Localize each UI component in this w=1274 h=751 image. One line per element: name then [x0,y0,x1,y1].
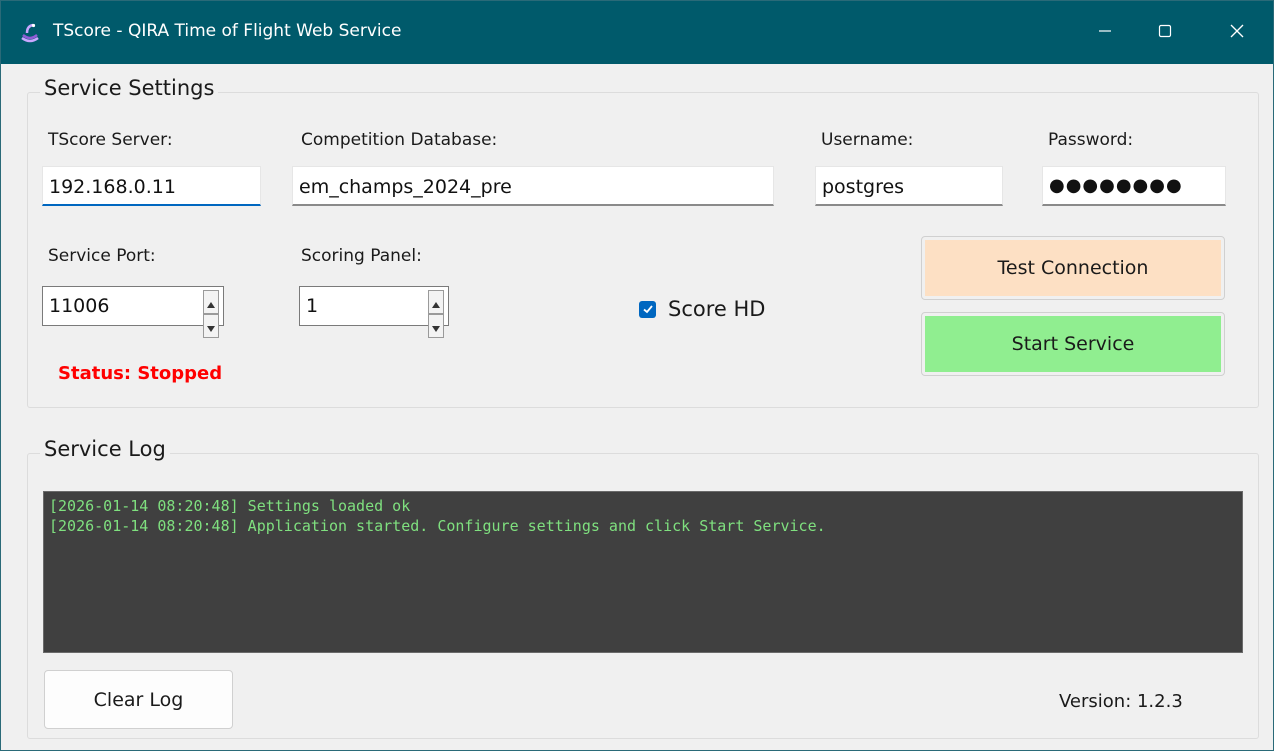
server-label: TScore Server: [48,130,173,150]
clear-log-button[interactable]: Clear Log [44,670,233,729]
panel-value: 1 [306,295,319,317]
port-value: 11006 [49,295,110,317]
log-line: [2026-01-14 08:20:48] Settings loaded ok [49,497,411,515]
username-input[interactable]: postgres [815,166,1003,206]
port-decrement-button[interactable] [203,314,219,338]
panel-spin-buttons [428,290,444,338]
test-connection-label: Test Connection [925,240,1221,296]
log-textarea[interactable]: [2026-01-14 08:20:48] Settings loaded ok… [43,491,1243,653]
password-label: Password: [1048,130,1134,150]
test-connection-button[interactable]: Test Connection [921,236,1225,300]
maximize-button[interactable] [1129,1,1201,64]
app-icon [19,22,41,44]
panel-decrement-button[interactable] [428,314,444,338]
arrow-down-icon [207,315,215,337]
password-input[interactable]: ●●●●●●●● [1042,166,1226,206]
status-text: Status: Stopped [58,363,223,384]
port-spinner[interactable]: 11006 [42,286,224,338]
arrow-up-icon [207,291,215,313]
panel-label: Scoring Panel: [301,246,422,266]
start-service-button[interactable]: Start Service [921,312,1225,376]
checkmark-icon[interactable] [639,300,656,318]
main-window: TScore - QIRA Time of Flight Web Service… [0,0,1274,751]
close-button[interactable] [1201,1,1273,64]
log-line: [2026-01-14 08:20:48] Application starte… [49,517,826,535]
version-label: Version: 1.2.3 [1059,691,1183,712]
title-bar[interactable]: TScore - QIRA Time of Flight Web Service [1,1,1273,64]
score-hd-label: Score HD [668,297,766,321]
start-service-label: Start Service [925,316,1221,372]
server-input[interactable]: 192.168.0.11 [42,166,261,206]
database-input[interactable]: em_champs_2024_pre [292,166,774,206]
score-hd-checkbox[interactable]: Score HD [639,297,765,321]
window-title: TScore - QIRA Time of Flight Web Service [53,21,402,41]
port-spin-buttons [203,290,219,338]
port-label: Service Port: [48,246,156,266]
username-label: Username: [821,130,914,150]
panel-increment-button[interactable] [428,290,444,314]
port-increment-button[interactable] [203,290,219,314]
close-icon [1229,23,1245,43]
database-label: Competition Database: [301,130,498,150]
panel-spinner[interactable]: 1 [299,286,449,338]
minimize-icon [1097,23,1113,43]
service-settings-legend: Service Settings [40,76,219,100]
arrow-up-icon [432,291,440,313]
service-log-legend: Service Log [40,437,170,461]
maximize-icon [1157,23,1173,43]
arrow-down-icon [432,315,440,337]
